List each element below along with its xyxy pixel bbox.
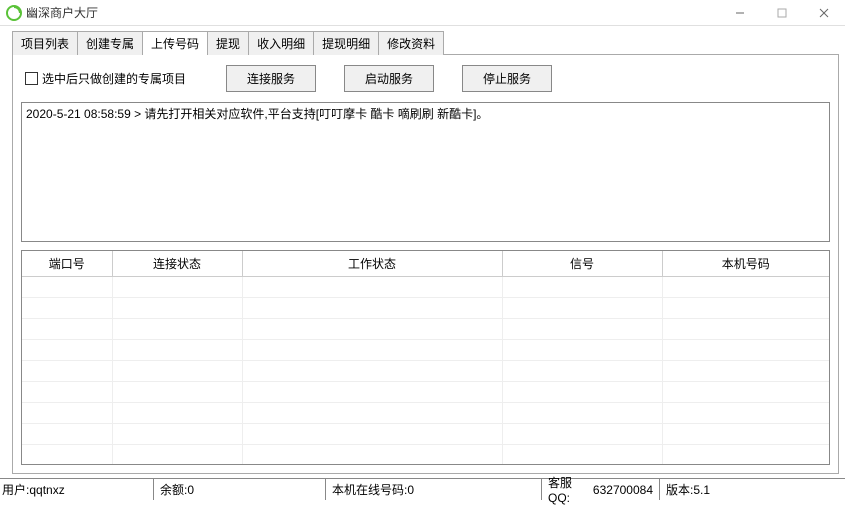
tab-panel: 选中后只做创建的专属项目 连接服务 启动服务 停止服务 2020-5-21 08… [12, 54, 839, 474]
maximize-button[interactable] [761, 0, 803, 26]
checkbox-icon [25, 72, 38, 85]
table-row [22, 298, 829, 319]
tab-upload-number[interactable]: 上传号码 [143, 31, 208, 55]
status-version: 版本:5.1 [660, 479, 845, 500]
status-user-label: 用户: [2, 481, 29, 498]
status-version-value: 5.1 [693, 483, 710, 497]
table-header-row: 端口号 连接状态 工作状态 信号 本机号码 [22, 251, 829, 277]
log-line: 2020-5-21 08:58:59 > 请先打开相关对应软件,平台支持[叮叮摩… [26, 107, 488, 121]
table-row [22, 340, 829, 361]
connect-service-button[interactable]: 连接服务 [226, 65, 316, 92]
close-button[interactable] [803, 0, 845, 26]
number-table: 端口号 连接状态 工作状态 信号 本机号码 [21, 250, 830, 465]
tab-income-detail[interactable]: 收入明细 [249, 31, 314, 55]
app-icon [6, 5, 22, 21]
status-service-value: 632700084 [593, 483, 653, 497]
status-online-label: 本机在线号码: [332, 481, 407, 498]
table-row [22, 277, 829, 298]
minimize-button[interactable] [719, 0, 761, 26]
status-balance-label: 余额: [160, 481, 187, 498]
exclusive-checkbox-wrap[interactable]: 选中后只做创建的专属项目 [25, 70, 186, 87]
tab-edit-profile[interactable]: 修改资料 [379, 31, 444, 55]
table-row [22, 382, 829, 403]
status-balance-value: 0 [187, 483, 194, 497]
status-online: 本机在线号码:0 [326, 479, 542, 500]
titlebar: 幽深商户大厅 [0, 0, 845, 26]
status-service: 客服QQ:632700084 [542, 479, 660, 500]
status-user-value: qqtnxz [29, 483, 64, 497]
status-user: 用户:qqtnxz [0, 479, 154, 500]
table-row [22, 424, 829, 445]
table-row [22, 361, 829, 382]
exclusive-checkbox-label: 选中后只做创建的专属项目 [42, 70, 186, 87]
window-title: 幽深商户大厅 [26, 4, 98, 21]
tab-bar: 项目列表 创建专属 上传号码 提现 收入明细 提现明细 修改资料 [12, 30, 839, 54]
stop-service-button[interactable]: 停止服务 [462, 65, 552, 92]
status-balance: 余额:0 [154, 479, 326, 500]
status-bar: 用户:qqtnxz 余额:0 本机在线号码:0 客服QQ:632700084 版… [0, 478, 845, 500]
col-conn-status[interactable]: 连接状态 [112, 251, 242, 277]
log-textarea[interactable]: 2020-5-21 08:58:59 > 请先打开相关对应软件,平台支持[叮叮摩… [21, 102, 830, 242]
status-service-label: 客服QQ: [548, 474, 593, 505]
col-port[interactable]: 端口号 [22, 251, 112, 277]
col-work-status[interactable]: 工作状态 [242, 251, 502, 277]
status-version-label: 版本: [666, 481, 693, 498]
tab-withdraw-detail[interactable]: 提现明细 [314, 31, 379, 55]
tab-create-exclusive[interactable]: 创建专属 [78, 31, 143, 55]
toolbar-row: 选中后只做创建的专属项目 连接服务 启动服务 停止服务 [21, 65, 830, 92]
table-row [22, 445, 829, 466]
table-row [22, 403, 829, 424]
col-local-number[interactable]: 本机号码 [662, 251, 829, 277]
start-service-button[interactable]: 启动服务 [344, 65, 434, 92]
tab-withdraw[interactable]: 提现 [208, 31, 249, 55]
col-signal[interactable]: 信号 [502, 251, 662, 277]
table-row [22, 319, 829, 340]
status-online-value: 0 [407, 483, 414, 497]
tab-project-list[interactable]: 项目列表 [12, 31, 78, 55]
